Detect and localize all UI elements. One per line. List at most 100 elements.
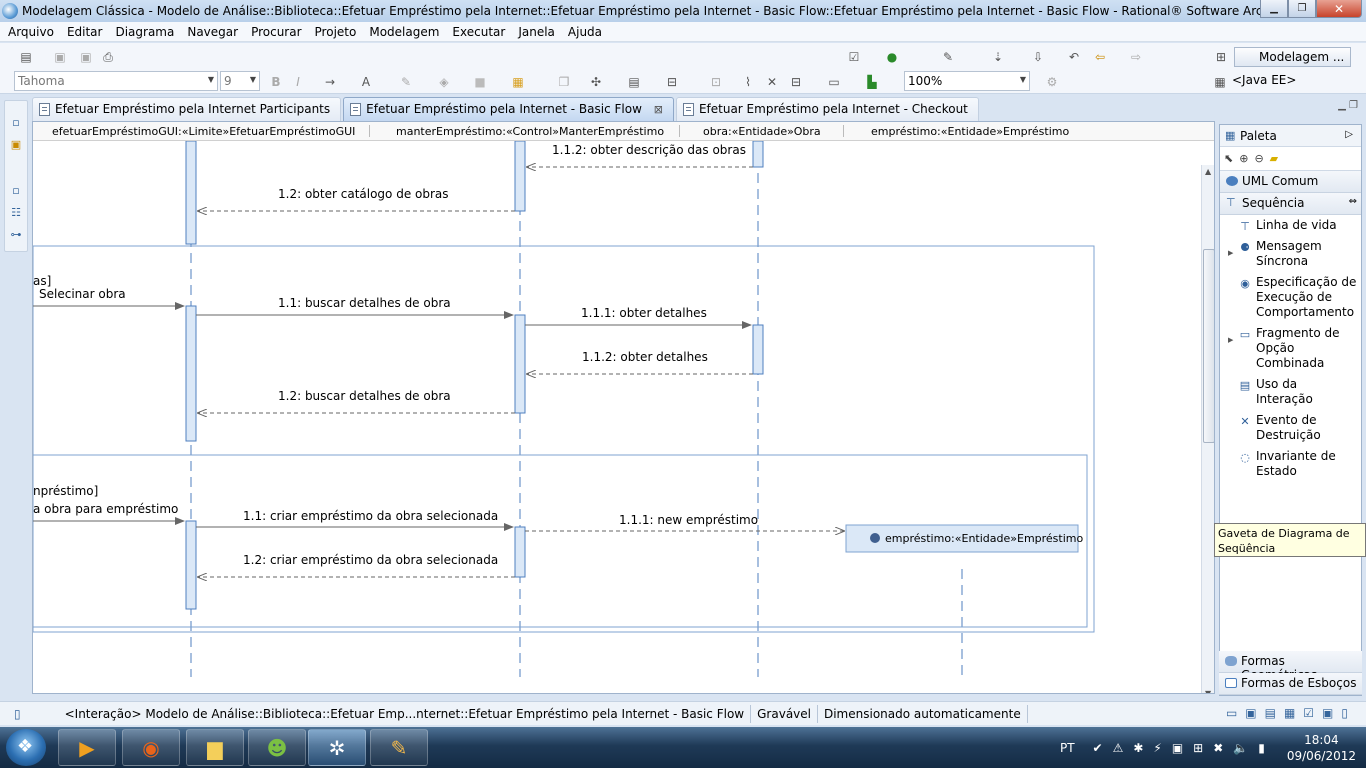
save-icon[interactable]: ▣ bbox=[52, 49, 68, 65]
media-player-app[interactable]: ▶ bbox=[58, 729, 116, 766]
activation-control-3[interactable] bbox=[514, 526, 526, 578]
nav-history-icon[interactable]: ⇣ bbox=[990, 49, 1006, 65]
restore-icon[interactable]: ▫ bbox=[9, 183, 23, 197]
vertical-scroll-thumb[interactable] bbox=[1203, 249, 1214, 443]
status-trim-icons[interactable]: ▭▣▤▦☑▣▯ bbox=[1226, 706, 1356, 720]
fast-view-icon[interactable]: ▯ bbox=[14, 707, 21, 721]
drawer-uml-comum[interactable]: UML Comum bbox=[1220, 171, 1361, 193]
sequence-diagram-canvas[interactable]: efetuarEmpréstimoGUI:«Limite»EfetuarEmpr… bbox=[32, 121, 1215, 694]
print-icon[interactable]: ⎙ bbox=[100, 49, 116, 65]
new-icon[interactable]: ▤ bbox=[18, 49, 34, 65]
bold-icon[interactable]: B bbox=[268, 74, 284, 90]
zoom-combo[interactable]: 100% ▼ bbox=[904, 71, 1030, 91]
paint-app[interactable]: ✎ bbox=[370, 729, 428, 766]
fill-color-icon[interactable]: ◈ bbox=[436, 74, 452, 90]
tab-basic-flow[interactable]: Efetuar Empréstimo pela Internet - Basic… bbox=[343, 97, 674, 121]
javaee-icon[interactable]: ▦ bbox=[1212, 74, 1228, 90]
next-annotation-icon[interactable]: ⇩ bbox=[1030, 49, 1046, 65]
tab-participants[interactable]: Efetuar Empréstimo pela Internet Partici… bbox=[32, 97, 342, 121]
expand-icon[interactable]: ▶ bbox=[1228, 246, 1233, 261]
menu-navegar[interactable]: Navegar bbox=[187, 25, 238, 39]
lifeline-header-gui[interactable]: efetuarEmpréstimoGUI:«Limite»EfetuarEmpr… bbox=[52, 125, 355, 138]
firefox-app[interactable]: ◉ bbox=[122, 729, 180, 766]
palette-item-fragmento-combinado[interactable]: ▶ ▭ Fragmento de Opção Combinada bbox=[1220, 323, 1361, 374]
menu-modelagem[interactable]: Modelagem bbox=[369, 25, 439, 39]
font-color-icon[interactable]: A bbox=[358, 74, 374, 90]
close-tab-icon[interactable]: ⊠ bbox=[654, 103, 663, 116]
shape-fill-icon[interactable]: ■ bbox=[472, 74, 488, 90]
select-icon[interactable]: ✣ bbox=[588, 74, 604, 90]
activation-obra-2[interactable] bbox=[752, 324, 764, 375]
palette-item-uso-interacao[interactable]: ▤ Uso da Interação bbox=[1220, 374, 1361, 410]
arrange-icon[interactable]: ▤ bbox=[626, 74, 642, 90]
lifeline-header-emprestimo[interactable]: empréstimo:«Entidade»Empréstimo bbox=[871, 125, 1069, 138]
drawer-formas-esbocos[interactable]: Formas de Esboços bbox=[1219, 673, 1362, 695]
minimize-button[interactable]: ▁ bbox=[1260, 0, 1288, 18]
last-edit-icon[interactable]: ↶ bbox=[1066, 49, 1082, 65]
open-perspective-icon[interactable]: ⊞ bbox=[1213, 49, 1229, 65]
maximize-button[interactable]: ❐ bbox=[1288, 0, 1316, 18]
clock[interactable]: 18:04 09/06/2012 bbox=[1287, 732, 1356, 764]
font-name-combo[interactable]: Tahoma ▼ bbox=[14, 71, 218, 91]
menu-executar[interactable]: Executar bbox=[452, 25, 505, 39]
outline-icon[interactable]: ☷ bbox=[9, 205, 23, 219]
language-indicator[interactable]: PT bbox=[1060, 741, 1075, 755]
menu-diagrama[interactable]: Diagrama bbox=[115, 25, 174, 39]
palette-item-evento-destruicao[interactable]: ✕ Evento de Destruição bbox=[1220, 410, 1361, 446]
palette-item-linha-de-vida[interactable]: ⊤ Linha de vida bbox=[1220, 215, 1361, 236]
tab-checkout[interactable]: Efetuar Empréstimo pela Internet - Check… bbox=[675, 97, 979, 121]
explorer-app[interactable]: ▆ bbox=[186, 729, 244, 766]
menu-projeto[interactable]: Projeto bbox=[315, 25, 357, 39]
palette-item-invariante-estado[interactable]: ◌ Invariante de Estado bbox=[1220, 446, 1361, 482]
expand-icon[interactable]: ▶ bbox=[1228, 333, 1233, 348]
palette-item-especificacao-execucao[interactable]: ◉ Especificação de Execução de Comportam… bbox=[1220, 272, 1361, 323]
run-icon[interactable]: ● bbox=[884, 49, 900, 65]
tools-icon[interactable]: ✎ bbox=[940, 49, 956, 65]
activation-control-2[interactable] bbox=[514, 314, 526, 414]
maximize-editor-icon[interactable]: ❐ bbox=[1349, 100, 1358, 111]
select-tool-icon[interactable]: ⬉ bbox=[1224, 152, 1233, 165]
minimize-editor-icon[interactable]: ▁ bbox=[1338, 100, 1346, 111]
messenger-app[interactable]: ☻ bbox=[248, 729, 306, 766]
activation-gui-2[interactable] bbox=[185, 305, 197, 442]
close-button[interactable]: ✕ bbox=[1316, 0, 1362, 18]
perspective-modelagem-button[interactable]: Modelagem ... bbox=[1234, 47, 1352, 67]
note-icon[interactable]: ▰ bbox=[1270, 152, 1278, 165]
menu-arquivo[interactable]: Arquivo bbox=[8, 25, 54, 39]
menu-ajuda[interactable]: Ajuda bbox=[568, 25, 602, 39]
restore-icon[interactable]: ▫ bbox=[9, 115, 23, 129]
palette-header[interactable]: ▦ Paleta ▷ bbox=[1220, 125, 1361, 147]
palette-item-mensagem-sincrona[interactable]: ▶ ⚈ Mensagem Síncrona bbox=[1220, 236, 1361, 272]
lifeline-header-obra[interactable]: obra:«Entidade»Obra bbox=[703, 125, 821, 138]
zoom-in-icon[interactable]: ⊕ bbox=[1239, 152, 1248, 165]
vertical-scrollbar[interactable]: ▲ ▼ bbox=[1201, 165, 1214, 693]
align-icon[interactable]: ⊟ bbox=[664, 74, 680, 90]
line-color-icon[interactable]: ✎ bbox=[398, 74, 414, 90]
menu-janela[interactable]: Janela bbox=[518, 25, 555, 39]
delete-from-diagram-icon[interactable]: ✕ bbox=[764, 74, 780, 90]
scroll-up-icon[interactable]: ▲ bbox=[1205, 167, 1211, 176]
tasks-icon[interactable]: ☑ bbox=[846, 49, 862, 65]
route-icon[interactable]: ⌇ bbox=[740, 74, 756, 90]
font-size-combo[interactable]: 9 ▼ bbox=[220, 71, 260, 91]
activation-control-1[interactable] bbox=[514, 141, 526, 212]
italic-icon[interactable]: I bbox=[290, 74, 306, 90]
tray-icons[interactable]: ✔⚠✱⚡▣⊞✖🔈▮ bbox=[1093, 741, 1275, 755]
back-icon[interactable]: ⇦ bbox=[1092, 49, 1108, 65]
collapse-palette-icon[interactable]: ▷ bbox=[1345, 129, 1353, 140]
activation-obra-1[interactable] bbox=[752, 141, 764, 168]
drawer-sequencia[interactable]: ⊤ Sequência ⇔ bbox=[1220, 193, 1361, 215]
menu-procurar[interactable]: Procurar bbox=[251, 25, 301, 39]
line-style-icon[interactable]: → bbox=[322, 74, 338, 90]
size-icon[interactable]: ⊟ bbox=[788, 74, 804, 90]
hierarchy-icon[interactable]: ⊶ bbox=[9, 227, 23, 241]
start-button[interactable] bbox=[6, 729, 46, 766]
lifeline-header-control[interactable]: manterEmpréstimo:«Control»ManterEmprésti… bbox=[396, 125, 664, 138]
appearance-icon[interactable]: ▦ bbox=[510, 74, 526, 90]
perspective-javaee-label[interactable]: <Java EE> bbox=[1232, 73, 1296, 87]
rsa-app[interactable]: ✲ bbox=[308, 729, 366, 766]
activation-gui-3[interactable] bbox=[185, 520, 197, 610]
group-icon[interactable]: ⊡ bbox=[708, 74, 724, 90]
forward-icon[interactable]: ⇨ bbox=[1128, 49, 1144, 65]
copy-format-icon[interactable]: ❐ bbox=[556, 74, 572, 90]
